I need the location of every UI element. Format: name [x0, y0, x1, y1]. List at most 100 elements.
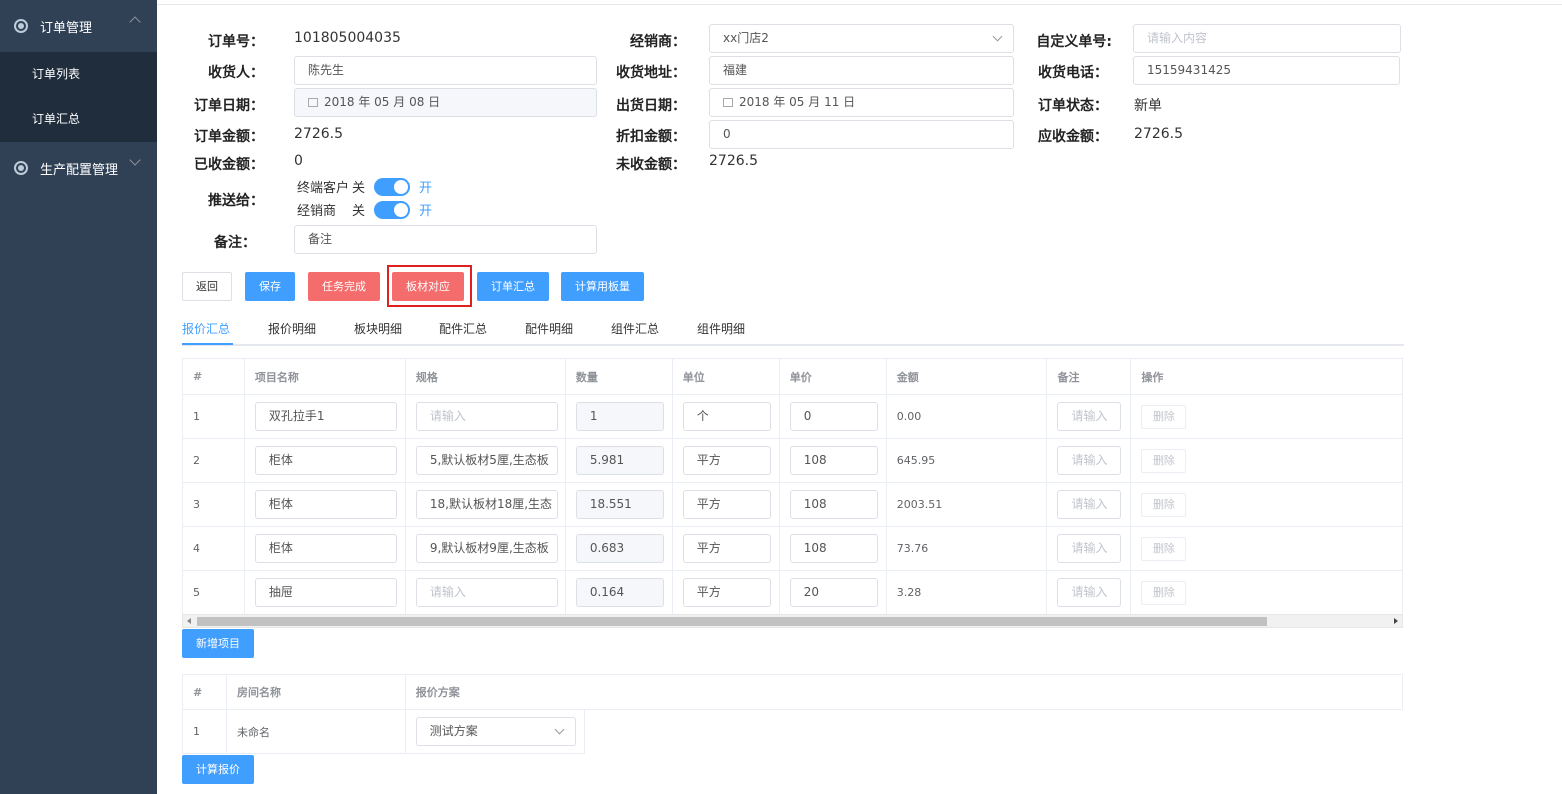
tab-quote-summary[interactable]: 报价汇总 [182, 320, 230, 337]
qty-input[interactable]: 0.164 [575, 578, 664, 607]
item-name-input[interactable]: 柜体 [254, 446, 397, 475]
remark-input[interactable]: 备注 [294, 225, 597, 254]
phone-input[interactable]: 15159431425 [1133, 56, 1400, 85]
remark-input[interactable]: 请输入 [1057, 534, 1122, 563]
toggle-off-label: 关 [352, 204, 366, 219]
remark-input[interactable]: 请输入 [1057, 578, 1122, 607]
tab-fitting-detail[interactable]: 配件明细 [525, 320, 573, 337]
column-header: 报价方案 [404, 674, 585, 710]
row-index: 4 [182, 526, 245, 571]
push-target-name: 经销商 [297, 204, 337, 219]
delete-button[interactable]: 删除 [1141, 580, 1187, 605]
delete-button[interactable]: 删除 [1141, 404, 1187, 429]
qty-input[interactable]: 18.551 [575, 490, 664, 519]
calendar-icon [723, 98, 733, 107]
order-no-value: 101805004035 [294, 30, 401, 46]
highlight-box [387, 265, 472, 307]
dealer-select[interactable]: xx门店2 [709, 24, 1014, 53]
qty-input[interactable]: 1 [575, 402, 664, 431]
order-date-value: 2018 年 05 月 08 日 [324, 95, 441, 109]
column-header: 单位 [671, 358, 780, 395]
amount-label: 订单金额： [194, 129, 264, 145]
delete-button[interactable]: 删除 [1141, 536, 1187, 561]
scroll-left-arrow-icon[interactable] [187, 618, 191, 624]
tab-quote-detail[interactable]: 报价明细 [268, 320, 316, 337]
tab-fitting-summary[interactable]: 配件汇总 [439, 320, 487, 337]
quote-plan-select[interactable]: 测试方案 [415, 717, 576, 746]
save-button[interactable]: 保存 [245, 272, 295, 301]
delete-button[interactable]: 删除 [1141, 448, 1187, 473]
custom-no-input[interactable]: 请输入内容 [1133, 24, 1401, 53]
calc-board-button[interactable]: 计算用板量 [561, 272, 644, 301]
push-terminal-toggle[interactable] [374, 177, 411, 196]
empty-cell [584, 709, 1403, 754]
price-input[interactable]: 0 [789, 402, 878, 431]
push-dealer-toggle[interactable] [374, 200, 411, 219]
tab-component-summary[interactable]: 组件汇总 [611, 320, 659, 337]
sidebar-group-production[interactable]: 生产配置管理 [0, 142, 157, 194]
item-name-input[interactable]: 柜体 [254, 490, 397, 519]
table-row: 4 柜体 9,默认板材9厘,生态板 0.683 平方 108 73.76 请输入… [182, 526, 1403, 571]
active-tab-indicator [182, 343, 233, 345]
discount-label: 折扣金额： [616, 129, 686, 145]
item-name-input[interactable]: 双孔拉手1 [254, 402, 397, 431]
sidebar-item-order-list[interactable]: 订单列表 [0, 52, 157, 97]
amount-cell: 645.95 [885, 438, 1048, 483]
quote-table: # 项目名称 规格 数量 单位 单价 金额 备注 操作 1 双孔拉手1 请输入 … [182, 358, 1403, 615]
table-row: 1 双孔拉手1 请输入 1 个 0 0.00 请输入 删除 [182, 394, 1403, 439]
unit-input[interactable]: 平方 [682, 578, 771, 607]
remark-input[interactable]: 请输入 [1057, 446, 1122, 475]
sidebar-group-order[interactable]: 订单管理 [0, 0, 157, 52]
remark-input[interactable]: 请输入 [1057, 490, 1122, 519]
complete-task-button[interactable]: 任务完成 [308, 272, 380, 301]
ship-date-picker[interactable]: 2018 年 05 月 11 日 [709, 88, 1014, 117]
tab-component-detail[interactable]: 组件明细 [697, 320, 745, 337]
push-dealer-row: 经销商 关 开 [297, 200, 432, 219]
qty-input[interactable]: 5.981 [575, 446, 664, 475]
settings-icon [14, 161, 28, 175]
item-name-input[interactable]: 柜体 [254, 534, 397, 563]
item-name-input[interactable]: 抽屉 [254, 578, 397, 607]
toggle-on-label: 开 [419, 181, 433, 196]
amount-cell: 2003.51 [885, 482, 1048, 527]
ship-date-label: 出货日期： [616, 98, 686, 114]
row-index: 1 [182, 709, 227, 754]
remark-input[interactable]: 请输入 [1057, 402, 1122, 431]
unit-input[interactable]: 平方 [682, 490, 771, 519]
price-input[interactable]: 108 [789, 534, 878, 563]
spec-input[interactable]: 5,默认板材5厘,生态板 [415, 446, 558, 475]
spec-input[interactable]: 请输入 [415, 578, 558, 607]
receivable-value: 2726.5 [1134, 126, 1183, 142]
unit-input[interactable]: 个 [682, 402, 771, 431]
price-input[interactable]: 108 [789, 490, 878, 519]
column-header: 操作 [1130, 358, 1403, 395]
scrollbar-thumb[interactable] [197, 617, 1267, 626]
price-input[interactable]: 108 [789, 446, 878, 475]
discount-input[interactable]: 0 [709, 120, 1014, 149]
qty-input[interactable]: 0.683 [575, 534, 664, 563]
receivable-label: 应收金额： [1038, 129, 1108, 145]
price-input[interactable]: 20 [789, 578, 878, 607]
scroll-right-arrow-icon[interactable] [1394, 618, 1398, 624]
tab-board-detail[interactable]: 板块明细 [354, 320, 402, 337]
add-item-button[interactable]: 新增项目 [182, 629, 254, 658]
order-date-picker[interactable]: 2018 年 05 月 08 日 [294, 88, 597, 117]
row-index: 5 [182, 570, 245, 615]
receiver-input[interactable]: 陈先生 [294, 56, 597, 85]
receiver-label: 收货人： [208, 65, 264, 81]
unit-input[interactable]: 平方 [682, 446, 771, 475]
calc-quote-button[interactable]: 计算报价 [182, 755, 254, 784]
spec-input[interactable]: 18,默认板材18厘,生态 [415, 490, 558, 519]
dealer-value: xx门店2 [723, 31, 769, 45]
order-summary-button[interactable]: 订单汇总 [477, 272, 549, 301]
address-label: 收货地址： [616, 65, 686, 81]
address-input[interactable]: 福建 [709, 56, 1014, 85]
delete-button[interactable]: 删除 [1141, 492, 1187, 517]
back-button[interactable]: 返回 [182, 272, 232, 301]
spec-input[interactable]: 9,默认板材9厘,生态板 [415, 534, 558, 563]
unit-input[interactable]: 平方 [682, 534, 771, 563]
spec-input[interactable]: 请输入 [415, 402, 558, 431]
horizontal-scrollbar[interactable] [182, 614, 1403, 628]
sidebar-item-order-summary[interactable]: 订单汇总 [0, 97, 157, 142]
calendar-icon [308, 98, 318, 107]
